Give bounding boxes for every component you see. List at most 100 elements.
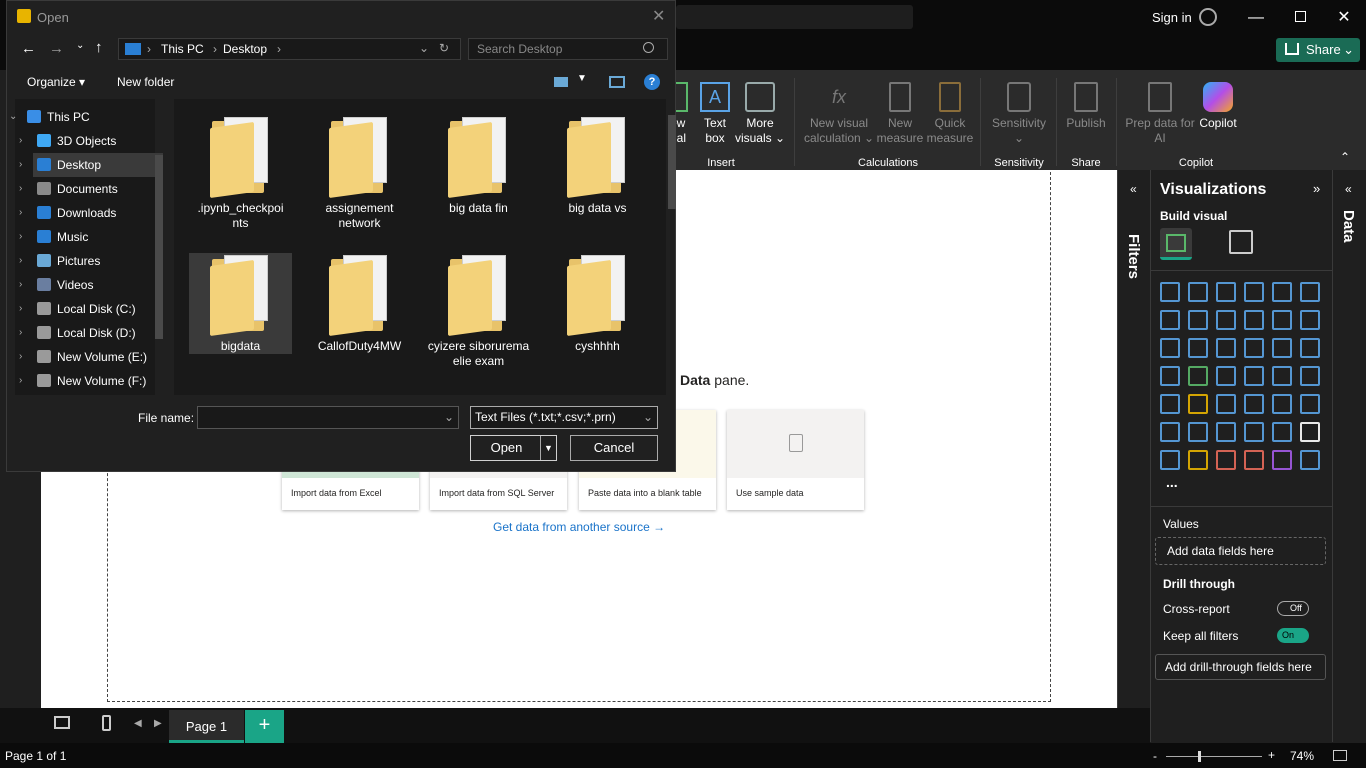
breadcrumb-this-pc[interactable]: This PC — [161, 42, 204, 56]
address-bar[interactable]: › This PC › Desktop › ⌄ ↻ — [118, 38, 461, 60]
folder-item[interactable]: cyshhhh — [546, 253, 649, 354]
share-button[interactable]: Share ⌄ — [1276, 38, 1360, 62]
nav-tree-item[interactable]: › Local Disk (C:) — [19, 297, 163, 321]
folder-item[interactable]: CallofDuty4MW — [308, 253, 411, 354]
visual-type-icon[interactable] — [1300, 282, 1320, 302]
mobile-layout-icon[interactable] — [102, 715, 111, 731]
page-tab-1[interactable]: Page 1 — [169, 710, 244, 743]
view-options-icon[interactable] — [554, 77, 568, 87]
folder-item[interactable]: big data vs — [546, 115, 649, 216]
prep-data-for-ai-button[interactable]: Prep data for AI — [1122, 82, 1198, 146]
visual-type-icon[interactable] — [1216, 422, 1236, 442]
visual-type-icon[interactable] — [1244, 338, 1264, 358]
visual-type-icon[interactable] — [1160, 394, 1180, 414]
cancel-button[interactable]: Cancel — [570, 435, 658, 461]
expand-chevron-icon[interactable]: › — [19, 273, 22, 297]
visual-type-icon[interactable] — [1188, 450, 1208, 470]
copilot-button[interactable]: Copilot — [1196, 82, 1240, 131]
visual-type-icon[interactable] — [1216, 394, 1236, 414]
help-icon[interactable]: ? — [644, 74, 660, 90]
visual-type-icon[interactable] — [1300, 310, 1320, 330]
visual-type-icon[interactable] — [1244, 310, 1264, 330]
visual-type-icon[interactable] — [1272, 310, 1292, 330]
visual-type-icon[interactable] — [1272, 394, 1292, 414]
visual-type-icon[interactable] — [1244, 366, 1264, 386]
open-button[interactable]: Open ▼ — [470, 435, 557, 461]
visual-type-icon[interactable] — [1216, 282, 1236, 302]
desktop-layout-icon[interactable] — [54, 716, 70, 729]
recent-locations-icon[interactable]: ⌄ — [76, 40, 84, 51]
expand-chevron-icon[interactable]: › — [19, 249, 22, 273]
visual-type-icon[interactable] — [1300, 450, 1320, 470]
nav-tree-item[interactable]: › 3D Objects — [19, 129, 163, 153]
quick-measure-button[interactable]: Quick measure — [926, 82, 974, 146]
visual-type-icon[interactable] — [1188, 310, 1208, 330]
file-name-input[interactable]: ⌄ — [197, 406, 459, 429]
values-drop-zone[interactable]: Add data fields here — [1155, 537, 1326, 565]
refresh-icon[interactable]: ↻ — [439, 41, 449, 55]
visual-type-icon[interactable] — [1188, 394, 1208, 414]
tree-scrollbar[interactable] — [155, 155, 163, 339]
visual-type-icon[interactable] — [1272, 282, 1292, 302]
back-icon[interactable]: ← — [21, 40, 36, 57]
view-dropdown-icon[interactable]: ▼ — [577, 73, 587, 84]
nav-tree-item[interactable]: ⌄ This PC — [9, 105, 153, 129]
nav-tree-item[interactable]: › Music — [19, 225, 163, 249]
expand-chevron-icon[interactable]: › — [19, 345, 22, 369]
nav-tree-item[interactable]: › New Volume (F:) — [19, 369, 163, 393]
close-icon[interactable]: ✕ — [1332, 6, 1356, 30]
nav-tree-item[interactable]: › New Volume (E:) — [19, 345, 163, 369]
minimize-icon[interactable]: — — [1244, 6, 1268, 30]
chevron-down-icon[interactable]: ⌄ — [444, 410, 454, 424]
collapse-viz-icon[interactable]: » — [1313, 181, 1320, 196]
up-folder-icon[interactable]: ↑ — [95, 39, 103, 56]
folder-item[interactable]: big data fin — [427, 115, 530, 216]
expand-chevron-icon[interactable]: › — [19, 225, 22, 249]
visual-type-icon[interactable] — [1160, 282, 1180, 302]
zoom-slider-thumb[interactable] — [1198, 751, 1201, 762]
fit-to-page-icon[interactable] — [1333, 750, 1347, 761]
visual-type-icon[interactable] — [1160, 310, 1180, 330]
expanded-chevron-icon[interactable]: ⌄ — [9, 105, 17, 129]
visual-type-icon[interactable] — [1300, 338, 1320, 358]
nav-tree-item[interactable]: › Local Disk (D:) — [19, 321, 163, 345]
filters-pane-collapsed[interactable]: « Filters — [1117, 170, 1150, 708]
folder-item[interactable]: bigdata — [189, 253, 292, 354]
nav-tree-item[interactable]: › Downloads — [19, 201, 163, 225]
zoom-in-icon[interactable]: + — [1268, 748, 1275, 762]
zoom-slider[interactable] — [1166, 751, 1262, 762]
app-search-box[interactable] — [676, 5, 913, 29]
visual-type-icon[interactable] — [1216, 338, 1236, 358]
add-page-button[interactable]: + — [245, 710, 284, 743]
next-page-icon[interactable]: ▶ — [154, 718, 162, 729]
nav-tree-item[interactable]: › Documents — [19, 177, 163, 201]
publish-button[interactable]: Publish — [1062, 82, 1110, 131]
get-data-link[interactable]: Get data from another source → — [493, 520, 665, 534]
expand-filters-icon[interactable]: « — [1130, 182, 1137, 196]
visual-type-icon[interactable] — [1160, 422, 1180, 442]
visual-type-icon[interactable] — [1216, 366, 1236, 386]
expand-chevron-icon[interactable]: › — [19, 369, 22, 393]
sensitivity-button[interactable]: Sensitivity ⌄ — [986, 82, 1052, 146]
visual-type-icon[interactable] — [1300, 394, 1320, 414]
format-visual-tab-icon[interactable] — [1229, 230, 1253, 254]
zoom-out-icon[interactable]: - — [1153, 749, 1157, 763]
address-dropdown-icon[interactable]: ⌄ — [419, 41, 429, 55]
folder-item[interactable]: .ipynb_checkpoi nts — [189, 115, 292, 231]
expand-data-icon[interactable]: « — [1345, 182, 1352, 196]
open-dropdown-icon[interactable]: ▼ — [540, 436, 556, 460]
expand-chevron-icon[interactable]: › — [19, 201, 22, 225]
visual-type-icon[interactable] — [1244, 394, 1264, 414]
prev-page-icon[interactable]: ◀ — [134, 718, 142, 729]
cross-report-toggle[interactable]: Off — [1277, 601, 1309, 616]
drill-through-drop-zone[interactable]: Add drill-through fields here — [1155, 654, 1326, 680]
nav-tree-item[interactable]: › Pictures — [19, 249, 163, 273]
organize-menu[interactable]: Organize ▾ — [27, 75, 85, 89]
more-visuals-button[interactable]: More visuals ⌄ — [734, 82, 786, 146]
file-list-scrollbar[interactable] — [668, 115, 676, 209]
visual-type-icon[interactable] — [1300, 366, 1320, 386]
nav-tree-item[interactable]: › Desktop — [19, 153, 163, 177]
visual-type-icon[interactable] — [1188, 338, 1208, 358]
visual-type-icon[interactable] — [1188, 366, 1208, 386]
visual-type-icon[interactable] — [1300, 422, 1320, 442]
